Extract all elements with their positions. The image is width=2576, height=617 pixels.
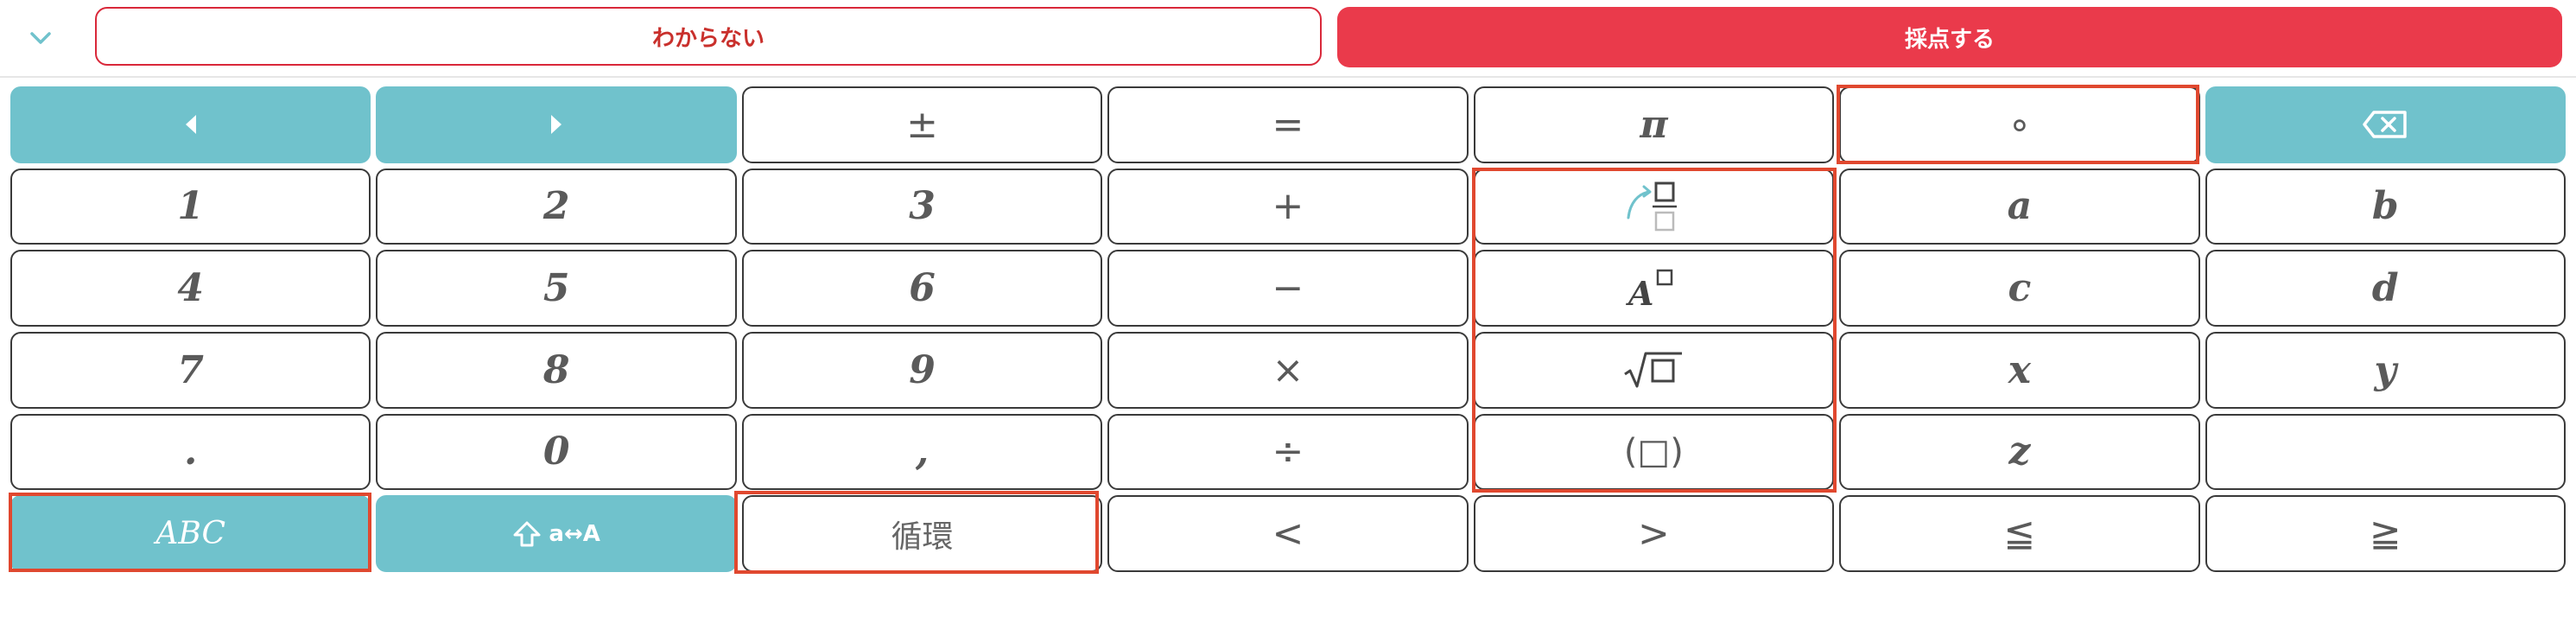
var-c-key[interactable]: c xyxy=(1839,250,2200,327)
equals-key[interactable]: = xyxy=(1107,86,1469,163)
header-divider xyxy=(0,76,2576,78)
digit-4-key[interactable]: 4 xyxy=(10,250,371,327)
sqrt-icon xyxy=(1624,352,1683,388)
var-x-key[interactable]: x xyxy=(1839,331,2200,409)
decimal-point-key[interactable]: . xyxy=(10,413,371,491)
digit-2-key[interactable]: 2 xyxy=(376,168,737,245)
grade-button[interactable]: 採点する xyxy=(1337,7,2562,67)
collapse-keyboard-button[interactable] xyxy=(16,16,66,60)
fraction-icon xyxy=(1627,181,1678,232)
fraction-key[interactable] xyxy=(1473,168,1835,245)
less-than-key[interactable]: < xyxy=(1107,495,1469,572)
power-key[interactable]: A xyxy=(1473,250,1835,327)
shift-arrow-icon xyxy=(513,521,541,547)
arrow-right-icon xyxy=(551,115,562,135)
cursor-left-button[interactable] xyxy=(10,86,371,163)
shift-case-label: a↔A xyxy=(549,520,600,547)
greater-equal-key[interactable]: ≧ xyxy=(2205,495,2566,572)
plus-minus-key[interactable]: ± xyxy=(741,86,1103,163)
sqrt-key[interactable] xyxy=(1473,331,1835,409)
digit-5-key[interactable]: 5 xyxy=(376,250,737,327)
comma-key[interactable]: , xyxy=(741,413,1103,491)
var-z-key[interactable]: z xyxy=(1839,413,2200,491)
digit-0-key[interactable]: 0 xyxy=(376,413,737,491)
backspace-icon xyxy=(2363,111,2408,139)
digit-9-key[interactable]: 9 xyxy=(741,331,1103,409)
dont-know-button[interactable]: わからない xyxy=(95,7,1322,66)
plus-key[interactable]: + xyxy=(1107,168,1469,245)
degree-key[interactable]: ∘ xyxy=(1839,86,2200,163)
shift-case-button[interactable]: a↔A xyxy=(376,495,737,572)
arrow-left-icon xyxy=(185,115,196,135)
cursor-right-button[interactable] xyxy=(376,86,737,163)
times-key[interactable]: × xyxy=(1107,331,1469,409)
digit-1-key[interactable]: 1 xyxy=(10,168,371,245)
var-b-key[interactable]: b xyxy=(2205,168,2566,245)
svg-text:A: A xyxy=(1626,274,1653,310)
digit-7-key[interactable]: 7 xyxy=(10,331,371,409)
divide-key[interactable]: ÷ xyxy=(1107,413,1469,491)
digit-8-key[interactable]: 8 xyxy=(376,331,737,409)
backspace-button[interactable] xyxy=(2205,86,2566,163)
less-equal-key[interactable]: ≦ xyxy=(1839,495,2200,572)
greater-than-key[interactable]: > xyxy=(1473,495,1835,572)
keyboard-header: わからない 採点する xyxy=(0,0,2576,76)
digit-3-key[interactable]: 3 xyxy=(741,168,1103,245)
chevron-down-icon xyxy=(30,32,51,44)
pi-key[interactable]: π xyxy=(1473,86,1835,163)
recurring-decimal-key[interactable]: 循環 xyxy=(741,495,1103,572)
blank-key[interactable] xyxy=(2205,413,2566,491)
minus-key[interactable]: − xyxy=(1107,250,1469,327)
power-icon: A xyxy=(1626,269,1673,310)
digit-6-key[interactable]: 6 xyxy=(741,250,1103,327)
var-a-key[interactable]: a xyxy=(1839,168,2200,245)
var-d-key[interactable]: d xyxy=(2205,250,2566,327)
abc-mode-button[interactable]: ABC xyxy=(10,495,371,572)
math-keyboard: ± = π ∘ 1 2 3 + a b 4 5 6 − A c d 7 8 9 xyxy=(10,86,2566,572)
parentheses-key[interactable]: (□) xyxy=(1473,413,1835,491)
var-y-key[interactable]: y xyxy=(2205,331,2566,409)
